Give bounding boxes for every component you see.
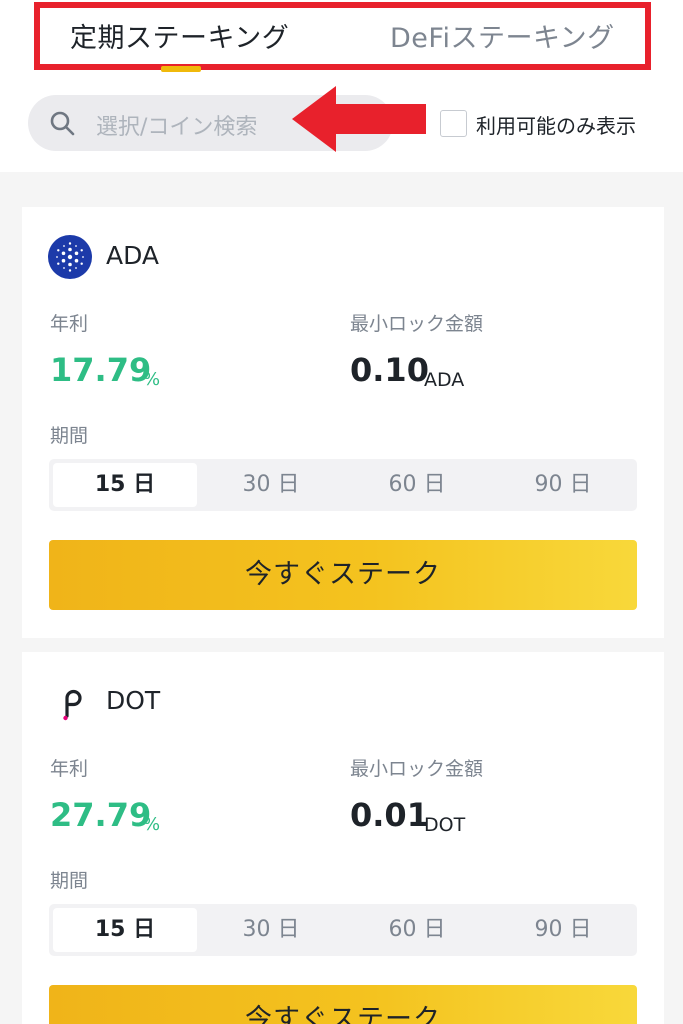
tab-defi-staking[interactable]: DeFiステーキング xyxy=(390,16,615,55)
period-option-60d[interactable]: 60 日 xyxy=(345,463,489,507)
period-label: 期間 xyxy=(50,870,89,892)
red-arrow-icon xyxy=(292,86,426,152)
apr-label: 年利 xyxy=(50,758,89,780)
product-card-ada: ADA 年利 最小ロック金額 17.79 % 0.10 ADA 期間 15 日 … xyxy=(22,207,664,638)
apr-unit: % xyxy=(143,814,161,835)
search-placeholder: 選択/コイン検索 xyxy=(96,115,258,140)
min-lock-value: 0.01 xyxy=(350,796,429,834)
top-panel: 定期ステーキング DeFiステーキング 選択/コイン検索 利用可能のみ表示 xyxy=(0,0,683,172)
stake-now-button[interactable]: 今すぐステーク xyxy=(49,985,637,1024)
period-label: 期間 xyxy=(50,425,89,447)
tab-fixed-staking[interactable]: 定期ステーキング xyxy=(70,16,289,55)
apr-value: 27.79 xyxy=(50,796,152,834)
period-selector: 15 日 30 日 60 日 90 日 xyxy=(49,459,637,511)
cardano-logo-icon xyxy=(48,235,92,279)
active-tab-indicator xyxy=(161,66,201,72)
min-lock-unit: DOT xyxy=(424,814,466,836)
period-option-90d[interactable]: 90 日 xyxy=(491,908,635,952)
period-option-90d[interactable]: 90 日 xyxy=(491,463,635,507)
min-lock-value: 0.10 xyxy=(350,351,429,389)
available-only-checkbox[interactable] xyxy=(440,110,467,137)
stake-now-button[interactable]: 今すぐステーク xyxy=(49,540,637,610)
min-lock-label: 最小ロック金額 xyxy=(350,758,484,780)
search-icon xyxy=(50,111,75,136)
min-lock-unit: ADA xyxy=(424,369,465,391)
polkadot-logo-icon xyxy=(63,689,82,721)
coin-name: ADA xyxy=(106,241,160,270)
period-option-30d[interactable]: 30 日 xyxy=(199,908,343,952)
apr-label: 年利 xyxy=(50,313,89,335)
product-card-dot: DOT 年利 最小ロック金額 27.79 % 0.01 DOT 期間 15 日 … xyxy=(22,652,664,1024)
min-lock-label: 最小ロック金額 xyxy=(350,313,484,335)
period-option-30d[interactable]: 30 日 xyxy=(199,463,343,507)
period-option-60d[interactable]: 60 日 xyxy=(345,908,489,952)
apr-unit: % xyxy=(143,369,161,390)
apr-value: 17.79 xyxy=(50,351,152,389)
period-selector: 15 日 30 日 60 日 90 日 xyxy=(49,904,637,956)
coin-name: DOT xyxy=(106,686,161,715)
available-only-label: 利用可能のみ表示 xyxy=(476,114,636,138)
period-option-15d[interactable]: 15 日 xyxy=(53,908,197,952)
period-option-15d[interactable]: 15 日 xyxy=(53,463,197,507)
